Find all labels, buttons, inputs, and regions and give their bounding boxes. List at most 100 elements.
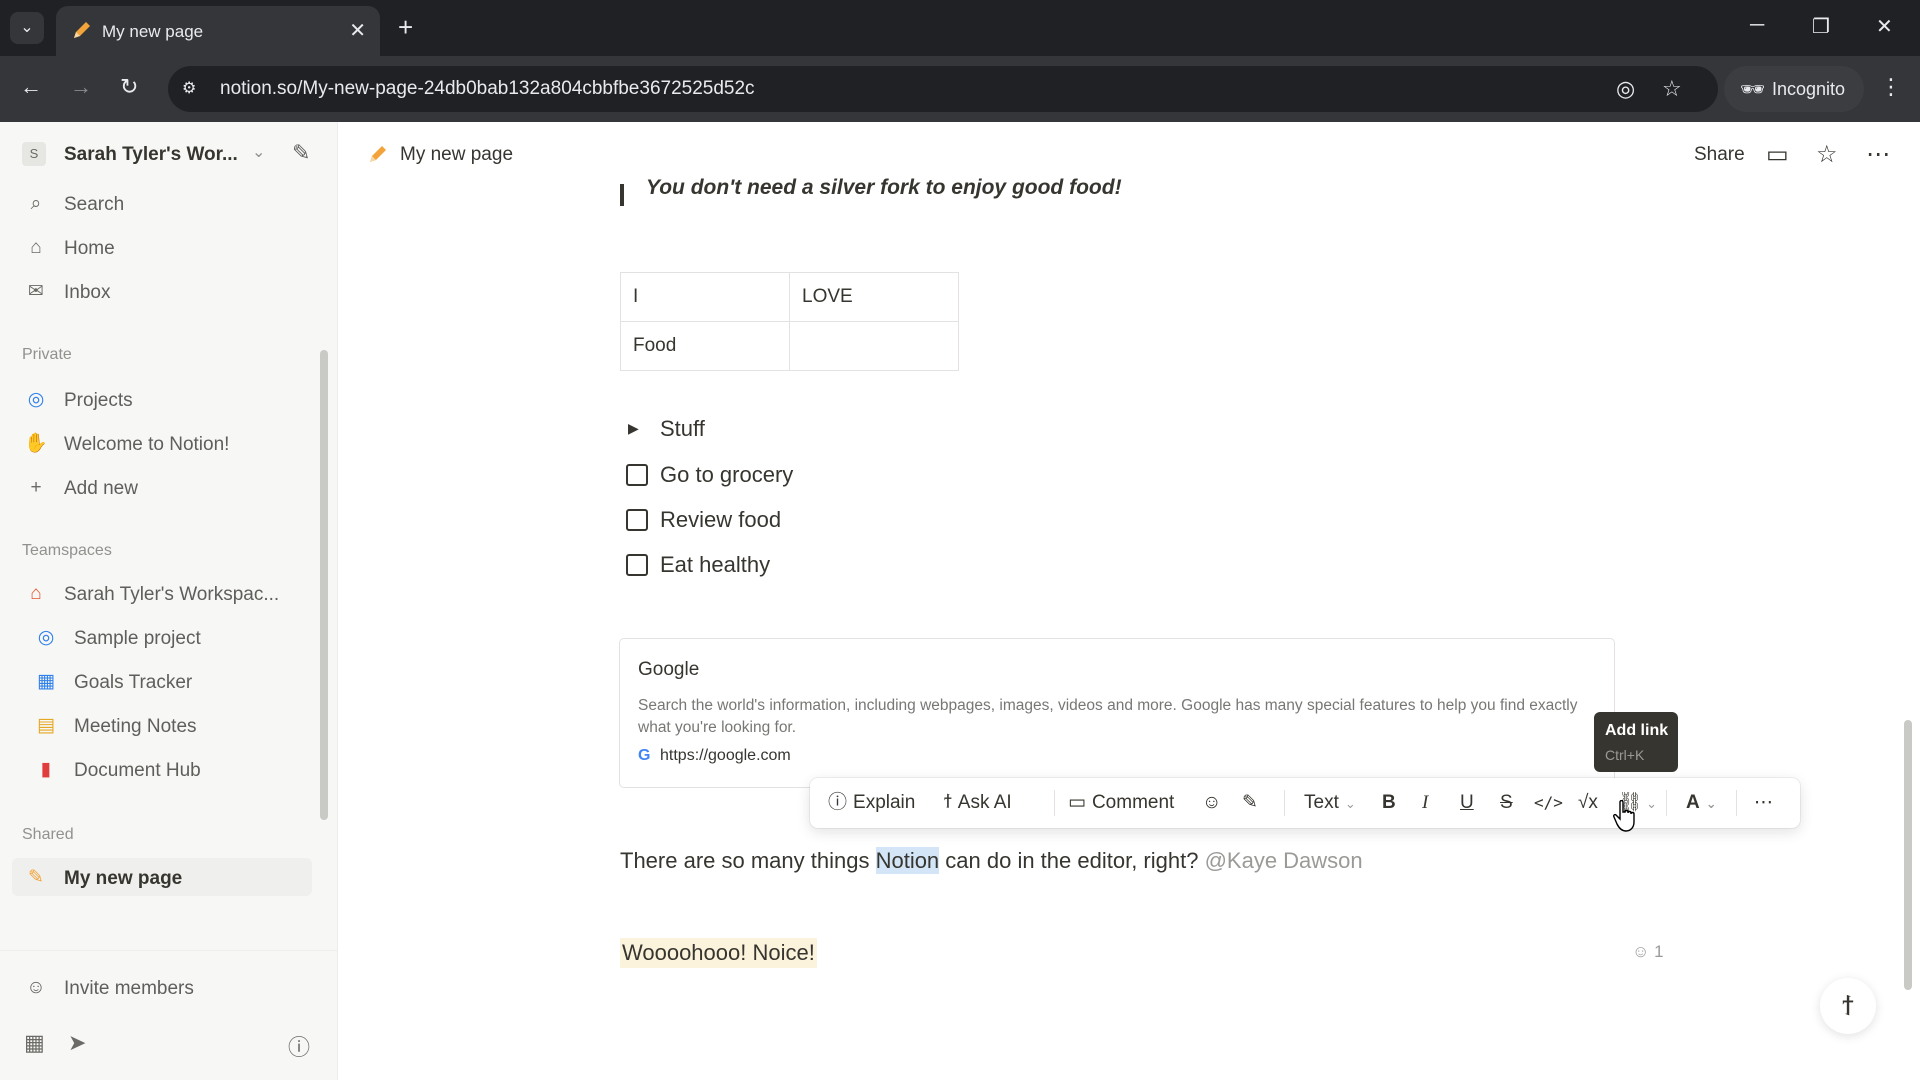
forward-icon[interactable]: → (70, 74, 92, 100)
chevron-down-icon: ⌄ (1344, 796, 1356, 811)
user-mention[interactable]: @Kaye Dawson (1205, 848, 1363, 873)
sidebar-item-inbox[interactable]: ✉ Inbox (12, 272, 312, 310)
sidebar-item-search[interactable]: ⌕ Search (12, 184, 312, 222)
quote-block[interactable]: You don't need a silver fork to enjoy go… (646, 176, 1122, 200)
add-reaction-icon[interactable]: ☺ (1202, 778, 1221, 828)
explain-label: Explain (853, 792, 916, 813)
paragraph-block[interactable]: There are so many things Notion can do i… (620, 847, 1363, 874)
new-page-icon[interactable]: ✎ (292, 140, 310, 166)
new-tab-button[interactable]: + (398, 12, 413, 42)
reaction-counter[interactable]: ☺ 1 (1632, 942, 1664, 962)
comments-icon[interactable]: ▭ (1766, 140, 1789, 169)
sidebar: S Sarah Tyler's Wor... ⌄ ✎ ⌕ Search ⌂ Ho… (0, 122, 338, 1080)
text-type-dropdown[interactable]: Text ⌄ (1304, 778, 1356, 828)
address-bar[interactable]: ⚙ notion.so/My-new-page-24db0bab132a804c… (168, 66, 1718, 112)
workspace-switcher[interactable]: S Sarah Tyler's Wor... ⌄ ✎ (22, 138, 322, 170)
tab-title: My new page (102, 22, 204, 41)
toggle-label[interactable]: Stuff (660, 416, 705, 442)
todo-item[interactable]: Review food (626, 505, 1026, 537)
comment-label: Comment (1091, 792, 1175, 813)
toolbar-divider (1666, 790, 1667, 816)
sidebar-item-document-hub[interactable]: ▮ Document Hub (12, 750, 312, 788)
notion-ai-icon[interactable]: ϯ (1820, 978, 1876, 1034)
sidebar-item-welcome[interactable]: ✋ Welcome to Notion! (12, 424, 312, 462)
todo-item[interactable]: Go to grocery (626, 460, 1026, 492)
sidebar-item-my-new-page[interactable]: ✎ My new page (12, 858, 312, 896)
browser-tab-active[interactable]: My new page ✕ (56, 6, 380, 56)
strikethrough-icon[interactable]: S (1500, 778, 1513, 828)
close-window-icon[interactable]: ✕ (1876, 14, 1893, 39)
browser-menu-icon[interactable]: ⋮ (1880, 74, 1902, 100)
sidebar-item-meeting-notes[interactable]: ▤ Meeting Notes (12, 706, 312, 744)
bookmark-card[interactable]: Google Search the world's information, i… (619, 638, 1615, 788)
workspace-avatar: S (22, 142, 46, 166)
equation-icon[interactable]: √x (1578, 778, 1598, 828)
sidebar-item-projects[interactable]: ◎ Projects (12, 380, 312, 418)
highlighted-text-block[interactable]: Woooohooo! Noice! (620, 938, 817, 968)
simple-table[interactable]: I LOVE Food (620, 272, 959, 371)
close-tab-icon[interactable]: ✕ (349, 18, 366, 43)
pencil-icon: ✎ (28, 867, 44, 888)
help-icon[interactable]: ⓘ (288, 1030, 310, 1062)
wave-icon: ✋ (24, 433, 48, 454)
tooltip-title: Add link (1605, 722, 1669, 739)
quote-bar (620, 184, 624, 206)
text-color-label: A (1686, 792, 1700, 813)
bookmark-star-icon[interactable]: ☆ (1662, 76, 1682, 102)
sidebar-item-add-new[interactable]: + Add new (12, 468, 312, 506)
todo-label[interactable]: Eat healthy (660, 552, 770, 578)
calendar-icon: ▤ (37, 715, 55, 736)
todo-label[interactable]: Review food (660, 507, 781, 533)
section-label-teamspaces: Teamspaces (22, 542, 112, 559)
share-button[interactable]: Share (1694, 144, 1745, 166)
back-icon[interactable]: ← (20, 74, 42, 100)
italic-icon[interactable]: I (1422, 778, 1428, 828)
sidebar-item-goals-tracker[interactable]: ▦ Goals Tracker (12, 662, 312, 700)
house-icon: ⌂ (30, 583, 42, 604)
table-cell[interactable]: LOVE (789, 272, 959, 322)
code-icon[interactable]: </> (1534, 778, 1563, 828)
bookmark-url-row[interactable]: Ghttps://google.com (638, 747, 791, 765)
suggest-edit-icon[interactable]: ✎ (1242, 778, 1258, 828)
sidebar-item-label: Document Hub (74, 760, 201, 781)
sidebar-scrollbar[interactable] (320, 350, 328, 820)
more-options-icon[interactable]: ⋯ (1866, 140, 1890, 169)
sidebar-item-invite[interactable]: ☺ Invite members (12, 968, 312, 1006)
comment-button[interactable]: ▭ Comment (1068, 778, 1174, 828)
minimize-icon[interactable]: ─ (1750, 14, 1764, 37)
table-cell[interactable]: I (620, 272, 790, 322)
checkbox[interactable] (626, 464, 648, 486)
toggle-arrow-icon[interactable]: ▶ (628, 420, 639, 437)
incognito-badge[interactable]: 🕶 Incognito (1724, 66, 1864, 112)
bold-icon[interactable]: B (1382, 778, 1396, 828)
ask-ai-button[interactable]: ϯ Ask AI (944, 778, 1012, 828)
restore-icon[interactable]: ❐ (1812, 14, 1830, 39)
sidebar-item-label: Invite members (64, 978, 194, 999)
reload-icon[interactable]: ↻ (120, 74, 138, 100)
selected-text[interactable]: Notion (875, 847, 940, 874)
checkbox[interactable] (626, 509, 648, 531)
checkbox[interactable] (626, 554, 648, 576)
eye-off-icon[interactable]: ◎ (1616, 76, 1635, 102)
calendar-app-icon[interactable]: ▦ (24, 1030, 45, 1056)
more-icon[interactable]: ⋯ (1754, 778, 1773, 828)
breadcrumb-title[interactable]: My new page (400, 144, 513, 166)
site-info-icon[interactable]: ⚙ (182, 78, 204, 100)
favorite-star-icon[interactable]: ☆ (1816, 140, 1838, 169)
underline-icon[interactable]: U (1460, 778, 1474, 828)
url-text[interactable]: notion.so/My-new-page-24db0bab132a804cbb… (220, 78, 755, 100)
table-cell[interactable]: Food (620, 321, 790, 371)
comment-icon: ▭ (1068, 792, 1086, 813)
send-icon[interactable]: ➤ (68, 1030, 86, 1056)
sidebar-item-teamspace[interactable]: ⌂ Sarah Tyler's Workspac... (12, 574, 312, 612)
todo-item[interactable]: Eat healthy (626, 550, 1026, 582)
sidebar-item-sample-project[interactable]: ◎ Sample project (12, 618, 312, 656)
text-color-button[interactable]: A ⌄ (1686, 778, 1717, 828)
explain-button[interactable]: ⓘ Explain (828, 778, 915, 828)
tab-search-button[interactable]: ⌄ (10, 12, 44, 44)
todo-label[interactable]: Go to grocery (660, 462, 793, 488)
sidebar-item-label: Home (64, 238, 115, 259)
sidebar-item-home[interactable]: ⌂ Home (12, 228, 312, 266)
table-cell[interactable] (789, 321, 959, 371)
page-scrollbar[interactable] (1904, 720, 1912, 990)
